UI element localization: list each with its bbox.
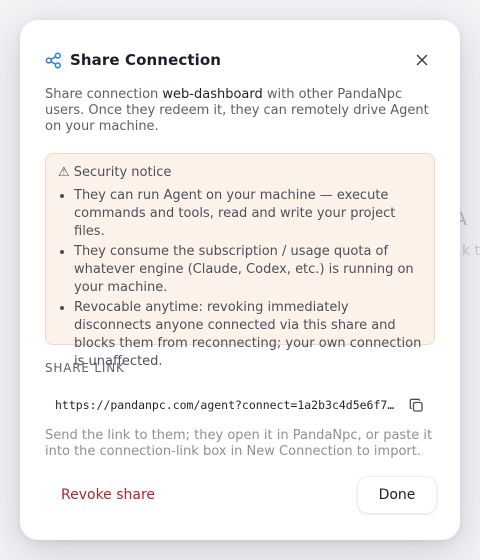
background-fragment: k to: [462, 243, 480, 259]
close-button[interactable]: [412, 50, 432, 70]
security-notice-list: They can run Agent on your machine — exe…: [58, 187, 422, 371]
dialog-title: Share Connection: [70, 51, 222, 69]
share-link-label: SHARE LINK: [45, 361, 125, 375]
security-notice-item: They consume the subscription / usage qu…: [74, 243, 422, 297]
dialog-header: Share Connection: [45, 48, 436, 72]
share-icon: [45, 51, 62, 69]
copy-link-button[interactable]: [407, 396, 425, 414]
share-hint: Send the link to them; they open it in P…: [45, 428, 433, 459]
connection-name: web-dashboard: [162, 87, 263, 102]
security-notice-item: Revocable anytime: revoking immediately …: [74, 299, 422, 371]
security-notice-title: ⚠ Security notice: [58, 165, 172, 180]
copy-icon: [409, 398, 423, 412]
security-notice-item: They can run Agent on your machine — exe…: [74, 187, 422, 241]
share-link-row: https://pandanpc.com/agent?connect=1a2b3…: [45, 390, 435, 420]
dialog-description: Share connection web-dashboard with othe…: [45, 87, 435, 135]
security-notice: ⚠ Security notice They can run Agent on …: [45, 153, 435, 369]
share-link-url[interactable]: https://pandanpc.com/agent?connect=1a2b3…: [45, 398, 397, 412]
close-icon: [416, 54, 428, 66]
done-button[interactable]: Done: [358, 477, 436, 513]
revoke-share-button[interactable]: Revoke share: [48, 478, 168, 512]
description-text: Share connection: [45, 87, 163, 102]
share-connection-dialog: Share Connection Share connection web-da…: [20, 20, 460, 540]
